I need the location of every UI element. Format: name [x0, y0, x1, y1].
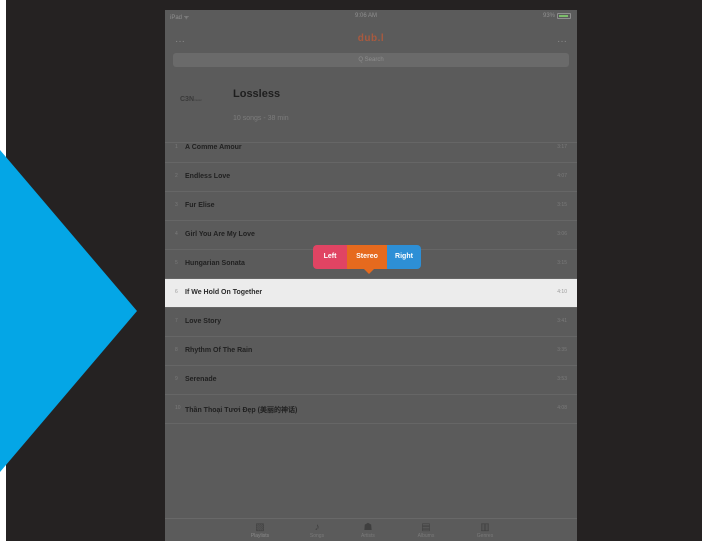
battery-icon — [557, 13, 571, 19]
artwork-sublabel: music — [194, 98, 202, 102]
playlist-header: C3Nmusic Lossless 10 songs - 38 min — [165, 72, 577, 143]
playlist-icon: ▧ — [255, 522, 265, 533]
music-note-icon: ♪ — [314, 522, 320, 533]
track-number: 7 — [175, 318, 178, 324]
track-duration: 3:53 — [557, 376, 567, 382]
track-title: If We Hold On Together — [185, 289, 263, 296]
track-row[interactable]: 1 A Comme Amour 3:17 — [165, 134, 577, 163]
track-title: Girl You Are My Love — [185, 231, 255, 238]
album-icon: ▤ — [421, 522, 431, 533]
tab-label: Albums — [417, 533, 435, 539]
channel-stereo-button[interactable]: Stereo — [347, 245, 387, 269]
playlist-summary: 10 songs - 38 min — [233, 115, 289, 122]
track-number: 10 — [175, 405, 181, 411]
tab-label: Genres — [476, 533, 494, 539]
track-title: Love Story — [185, 318, 222, 325]
app-logo: dub.l — [357, 33, 385, 44]
track-duration: 4:08 — [557, 405, 567, 411]
ipad-screen: iPad ᯤ 9:06 AM 93% ··· dub.l ··· Q Searc… — [165, 10, 577, 541]
playlist-artwork: C3Nmusic — [180, 96, 206, 110]
track-number: 1 — [175, 144, 178, 150]
tab-playlists[interactable]: ▧ Playlists — [240, 522, 280, 539]
track-title: Fur Elise — [185, 202, 215, 209]
track-duration: 3:06 — [557, 231, 567, 237]
track-number: 8 — [175, 347, 178, 353]
track-title: Endless Love — [185, 173, 231, 180]
track-title: Serenade — [185, 376, 217, 383]
track-duration: 4:10 — [557, 289, 567, 295]
artist-icon: ☗ — [363, 522, 373, 533]
playlist-title: Lossless — [233, 88, 281, 100]
track-row[interactable]: 7 Love Story 3:41 — [165, 308, 577, 337]
track-duration: 4:07 — [557, 173, 567, 179]
track-list: 1 A Comme Amour 3:17 2 Endless Love 4:07 3 Fur … — [165, 134, 577, 424]
popup-pointer — [364, 269, 374, 274]
blue-chevron-shape — [0, 150, 137, 472]
genre-icon: ▥ — [480, 522, 490, 533]
channel-left-button[interactable]: Left — [313, 245, 347, 269]
track-row[interactable]: 3 Fur Elise 3:15 — [165, 192, 577, 221]
track-duration: 3:15 — [557, 260, 567, 266]
right-white-strip — [702, 0, 708, 548]
artwork-label: C3N — [180, 96, 195, 103]
tab-albums[interactable]: ▤ Albums — [406, 522, 446, 539]
tab-label: Playlists — [250, 533, 270, 539]
chevron-graphic — [0, 150, 140, 490]
search-input[interactable]: Q Search — [173, 53, 569, 67]
bottom-white-strip — [0, 541, 708, 548]
track-number: 6 — [175, 289, 178, 295]
track-number: 3 — [175, 202, 178, 208]
track-duration: 3:15 — [557, 202, 567, 208]
clock: 9:06 AM — [355, 13, 378, 19]
channel-selector: Left Stereo Right — [313, 245, 421, 274]
track-title: Hungarian Sonata — [185, 260, 245, 267]
tab-label: Songs — [309, 533, 325, 539]
track-row[interactable]: 8 Rhythm Of The Rain 3:35 — [165, 337, 577, 366]
track-row[interactable]: 2 Endless Love 4:07 — [165, 163, 577, 192]
tab-label: Artists — [361, 533, 375, 539]
track-title: A Comme Amour — [185, 144, 242, 151]
track-row[interactable]: 10 Thần Thoại Tươi Đẹp (美丽的神话) 4:08 — [165, 395, 577, 424]
tab-genres[interactable]: ▥ Genres — [465, 522, 505, 539]
channel-right-button[interactable]: Right — [387, 245, 421, 269]
track-number: 4 — [175, 231, 178, 237]
track-number: 5 — [175, 260, 178, 266]
track-number: 9 — [175, 376, 178, 382]
tab-artists[interactable]: ☗ Artists — [348, 522, 388, 539]
track-row[interactable]: 6 If We Hold On Together 4:10 — [165, 279, 577, 308]
carrier-label: iPad ᯤ — [170, 15, 190, 21]
track-duration: 3:41 — [557, 318, 567, 324]
track-duration: 3:35 — [557, 347, 567, 353]
battery-percent: 93% — [542, 13, 555, 19]
track-row[interactable]: 9 Serenade 3:53 — [165, 366, 577, 395]
track-number: 2 — [175, 173, 178, 179]
tab-bar: ▧ Playlists ♪ Songs ☗ Artists ▤ Albums ▥ Genres — [165, 518, 577, 541]
track-duration: 3:17 — [557, 144, 567, 150]
tab-songs[interactable]: ♪ Songs — [297, 522, 337, 539]
more-dots-icon[interactable]: ··· — [557, 36, 567, 47]
status-bar: iPad ᯤ 9:06 AM 93% — [165, 10, 577, 24]
track-title: Thần Thoại Tươi Đẹp (美丽的神话) — [185, 407, 298, 414]
track-title: Rhythm Of The Rain — [185, 347, 253, 354]
